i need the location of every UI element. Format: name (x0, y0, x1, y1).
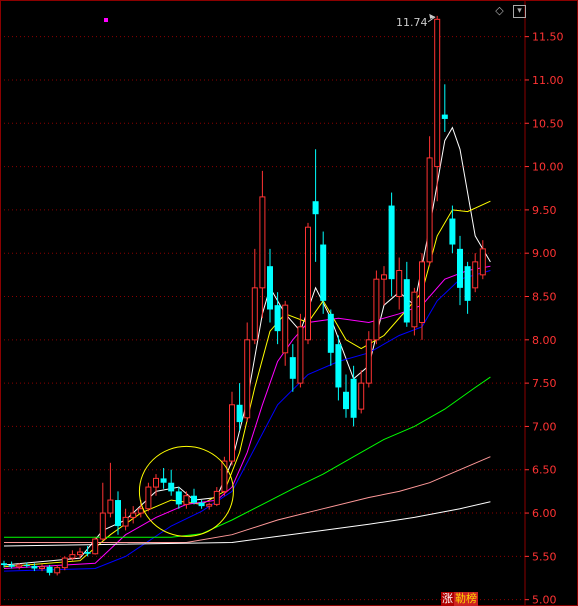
candle-body (69, 554, 76, 559)
candle-body (198, 502, 205, 507)
y-tick-label: 9.00 (532, 247, 557, 260)
candle-body (373, 278, 380, 341)
candle-body (107, 499, 114, 514)
candle-body (229, 404, 235, 462)
y-tick-label: 10.00 (532, 161, 564, 174)
candle-body (115, 500, 121, 527)
y-tick-label: 11.00 (532, 74, 564, 87)
candle-body (137, 508, 144, 514)
y-tick-label: 5.50 (532, 550, 557, 563)
candle-body (381, 274, 387, 280)
candle-body (236, 404, 243, 423)
candle-body (39, 566, 45, 569)
candle-body (396, 270, 403, 298)
candle-body (320, 244, 327, 301)
y-tick-label: 5.00 (532, 594, 557, 606)
badge-rise-label: 涨 (441, 592, 454, 606)
candle-body (441, 114, 448, 119)
plot-frame (0, 0, 578, 606)
badge-list-label: 勒榜 (454, 592, 478, 606)
candle-body (31, 565, 38, 569)
candle-body (426, 157, 433, 263)
marker-dot (104, 18, 108, 22)
candle-body (175, 491, 182, 505)
candle-body (365, 339, 372, 384)
candle-body (92, 538, 99, 555)
candle-body (130, 512, 137, 518)
y-tick-label: 11.50 (532, 31, 564, 44)
y-tick-label: 8.50 (532, 291, 557, 304)
y-tick-label: 6.50 (532, 464, 557, 477)
candle-body (449, 218, 456, 245)
candle-body (274, 305, 281, 332)
candle-body (23, 565, 30, 567)
moving-average-line (3, 501, 491, 547)
diamond-icon[interactable]: ◇ (494, 5, 505, 16)
candle-body (168, 482, 175, 492)
candle-body (145, 486, 152, 510)
candle-body (479, 248, 486, 276)
candle-body (213, 490, 220, 505)
candle-body (312, 201, 319, 215)
candlestick-chart: 5.00 5.50 6.00 6.50 7.00 7.50 8.00 8.50 9.00 9.50… (0, 0, 578, 606)
candle-body (297, 326, 304, 384)
candle-body (191, 495, 197, 503)
candle-body (388, 205, 395, 280)
candle-body (419, 261, 425, 323)
candle-body (282, 304, 289, 354)
candle-body (327, 313, 334, 353)
candle-body (183, 495, 190, 505)
candle-body (122, 516, 129, 527)
candle-body (77, 551, 83, 556)
candle-body (16, 564, 23, 568)
candle-body (244, 339, 251, 419)
y-tick-label: 6.00 (532, 507, 557, 520)
candle-body (61, 557, 68, 569)
menu-icon[interactable]: ▾ (513, 5, 526, 18)
high-arrow-head (429, 13, 436, 19)
candle-body (160, 478, 167, 483)
candle-body (335, 344, 342, 388)
candle-body (46, 566, 53, 573)
y-tick-label: 7.50 (532, 377, 557, 390)
candle-body (99, 512, 106, 540)
y-tick-label: 8.00 (532, 334, 557, 347)
candle-body (267, 266, 273, 310)
candle-body (84, 552, 91, 554)
candle-body (358, 382, 365, 410)
candle-body (343, 391, 349, 410)
high-price-label: 11.74 (396, 16, 428, 29)
candle-body (403, 279, 410, 323)
candle-body (472, 261, 479, 289)
candle-body (411, 291, 418, 328)
candle-body (153, 477, 159, 488)
candle-body (434, 18, 441, 168)
y-tick-label: 9.50 (532, 204, 557, 217)
candle-body (8, 565, 15, 567)
candle-body (206, 503, 213, 507)
candle-body (305, 226, 311, 341)
candle-body (464, 266, 471, 301)
candle-body (457, 248, 463, 288)
candle-body (289, 357, 296, 379)
candle-body (259, 196, 266, 289)
candle-body (1, 563, 7, 566)
y-tick-label: 7.00 (532, 420, 557, 433)
ranking-badge[interactable]: 涨 勒榜 (441, 592, 478, 606)
y-tick-label: 10.50 (532, 117, 564, 130)
candle-body (54, 567, 61, 574)
candle-body (350, 378, 357, 418)
candle-body (251, 287, 258, 341)
